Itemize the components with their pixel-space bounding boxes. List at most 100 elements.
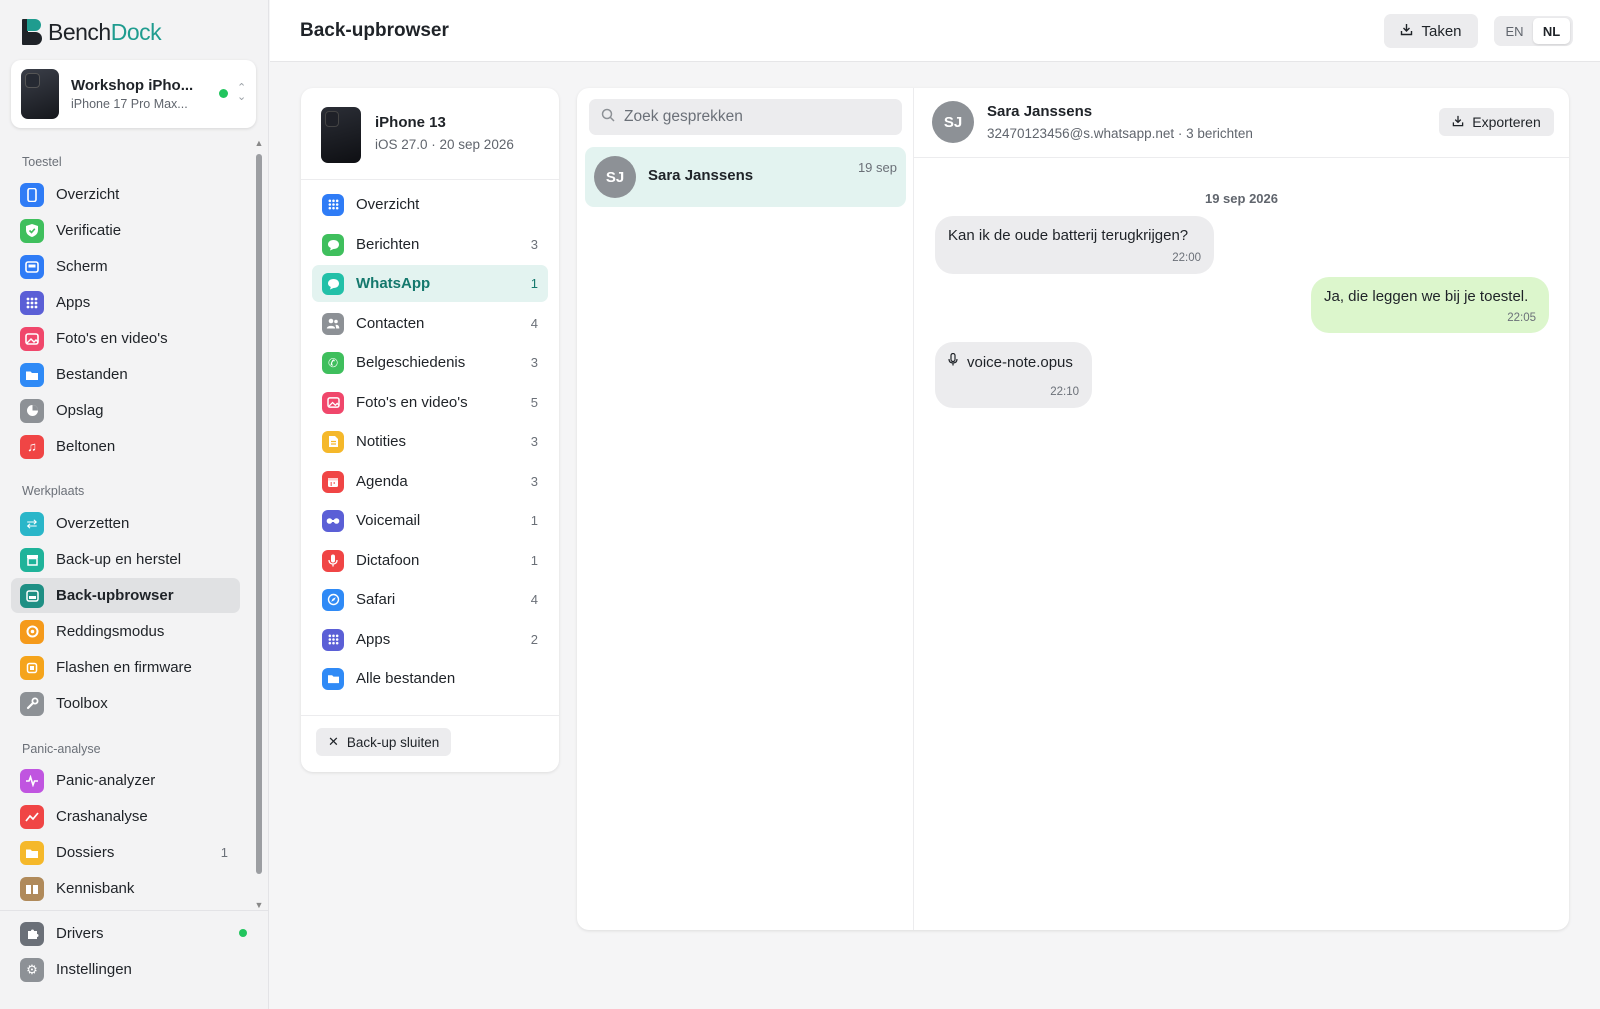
transfer-icon: ⇄ — [20, 511, 44, 536]
backup-category-apps[interactable]: Apps 2 — [312, 621, 548, 658]
category-count: 4 — [530, 592, 538, 607]
sidebar-item-back-upbrowser[interactable]: Back-upbrowser — [11, 578, 240, 613]
tasks-button[interactable]: Taken — [1384, 14, 1478, 48]
chip-icon — [20, 655, 44, 680]
sidebar-item-label: Toolbox — [56, 695, 108, 712]
conversation-item[interactable]: SJ Sara Janssens 19 sep — [585, 147, 906, 207]
chat-header: SJ Sara Janssens 32470123456@s.whatsapp.… — [914, 88, 1569, 158]
sidebar-item-toolbox[interactable]: Toolbox — [11, 686, 240, 721]
message-icon — [322, 233, 344, 256]
device-name: Workshop iPho... — [71, 77, 194, 94]
lang-en-option[interactable]: EN — [1496, 18, 1533, 44]
message-text: Ja, die leggen we bij je toestel. — [1324, 288, 1529, 305]
sidebar-item-crashanalyse[interactable]: Crashanalyse — [11, 799, 240, 834]
section-title-panic-analyse: Panic-analyse — [22, 742, 101, 756]
sidebar-item-overzicht[interactable]: Overzicht — [11, 177, 240, 212]
sidebar-item-instellingen[interactable]: ⚙ Instellingen — [11, 952, 240, 987]
sidebar-item-verificatie[interactable]: Verificatie — [11, 213, 240, 248]
category-count: 1 — [530, 553, 538, 568]
backup-header: iPhone 13 iOS 27.0 · 20 sep 2026 — [301, 88, 559, 180]
sidebar-item-label: Scherm — [56, 258, 108, 275]
backup-category-contacten[interactable]: Contacten 4 — [312, 305, 548, 342]
sidebar-item-reddingsmodus[interactable]: Reddingsmodus — [11, 614, 240, 649]
sidebar-item-opslag[interactable]: Opslag — [11, 393, 240, 428]
message-time: 22:10 — [1050, 386, 1079, 398]
sidebar-item-apps[interactable]: Apps — [11, 285, 240, 320]
close-backup-button[interactable]: ✕ Back-up sluiten — [316, 728, 452, 756]
category-count: 4 — [530, 316, 538, 331]
backup-category-notities[interactable]: Notities 3 — [312, 423, 548, 460]
scrollbar-thumb[interactable] — [256, 154, 262, 874]
sidebar-item-label: Flashen en firmware — [56, 659, 192, 676]
category-label: Overzicht — [356, 196, 420, 213]
sidebar-item-flashen-en-firmware[interactable]: Flashen en firmware — [11, 650, 240, 685]
sidebar-item-dossiers[interactable]: Dossiers 1 — [11, 835, 240, 870]
drivers-status-dot — [239, 929, 247, 937]
tasks-label: Taken — [1421, 22, 1462, 40]
category-label: Agenda — [356, 473, 408, 490]
sidebar-item-label: Bestanden — [56, 366, 128, 383]
sidebar-item-panic-analyzer[interactable]: Panic-analyzer — [11, 763, 240, 798]
backup-category-belgeschiedenis[interactable]: ✆ Belgeschiedenis 3 — [312, 344, 548, 381]
export-button[interactable]: Exporteren — [1439, 108, 1554, 136]
sidebar-item-drivers[interactable]: Drivers — [11, 916, 240, 951]
sidebar-item-kennisbank[interactable]: Kennisbank — [11, 871, 240, 906]
photo-icon — [322, 391, 344, 414]
backup-category-dictafoon[interactable]: Dictafoon 1 — [312, 542, 548, 579]
category-label: WhatsApp — [356, 275, 431, 292]
backup-category-berichten[interactable]: Berichten 3 — [312, 226, 548, 263]
scroll-up-icon[interactable]: ▲ — [254, 138, 264, 148]
category-count: 3 — [530, 474, 538, 489]
scroll-down-icon[interactable]: ▼ — [254, 900, 264, 910]
message-bubble-incoming-voice[interactable]: voice-note.opus 22:10 — [935, 342, 1092, 408]
sidebar-item-label: Back-upbrowser — [56, 587, 174, 604]
gear-icon: ⚙ — [20, 957, 44, 982]
sidebar-item-label: Reddingsmodus — [56, 623, 165, 640]
backup-category-whatsapp[interactable]: WhatsApp 1 — [312, 265, 548, 302]
message-text: Kan ik de oude batterij terugkrijgen? — [948, 227, 1189, 244]
backup-category-alle-bestanden[interactable]: Alle bestanden — [312, 660, 548, 697]
chevron-up-down-icon: ⌃ ⌄ — [237, 82, 247, 103]
backup-category-voicemail[interactable]: Voicemail 1 — [312, 502, 548, 539]
grid-icon — [322, 193, 344, 216]
avatar: SJ — [932, 101, 974, 143]
sidebar-item-label: Beltonen — [56, 438, 116, 455]
lang-nl-option[interactable]: NL — [1533, 18, 1570, 44]
sidebar-item-scherm[interactable]: Scherm — [11, 249, 240, 284]
backup-category-safari[interactable]: Safari 4 — [312, 581, 548, 618]
sidebar-item-label: Back-up en herstel — [56, 551, 182, 568]
sidebar-item-bestanden[interactable]: Bestanden — [11, 357, 240, 392]
category-count: 5 — [530, 395, 538, 410]
voicemail-icon — [322, 509, 344, 532]
sidebar-item-label: Overzetten — [56, 515, 130, 532]
sidebar-item-overzetten[interactable]: ⇄ Overzetten — [11, 506, 240, 541]
sidebar: BenchDock Workshop iPho... iPhone 17 Pro… — [0, 0, 269, 1009]
brand-logo-icon — [22, 19, 42, 45]
category-label: Safari — [356, 591, 396, 608]
sidebar-nav: Toestel Overzicht Verificatie Scherm App… — [0, 148, 269, 910]
sidebar-item-beltonen[interactable]: ♫ Beltonen — [11, 429, 240, 464]
export-label: Exporteren — [1472, 114, 1541, 130]
chat-panel: SJ Sara Janssens 19 sep SJ Sara Janssens… — [577, 88, 1569, 930]
search-input[interactable] — [624, 108, 884, 126]
sidebar-scrollbar[interactable]: ▲ ▼ — [254, 138, 264, 910]
conversation-list: SJ Sara Janssens 19 sep — [577, 88, 914, 930]
message-bubble-incoming: Kan ik de oude batterij terugkrijgen? 22… — [935, 216, 1214, 274]
backup-category-overzicht[interactable]: Overzicht — [312, 186, 548, 223]
category-label: Dictafoon — [356, 552, 420, 569]
date-separator: 19 sep 2026 — [1204, 191, 1278, 206]
puzzle-icon — [20, 921, 44, 946]
message-time: 22:05 — [1507, 312, 1536, 324]
search-field[interactable] — [589, 99, 902, 135]
backup-category-fotos-en-videos[interactable]: Foto's en video's 5 — [312, 384, 548, 421]
device-selector[interactable]: Workshop iPho... iPhone 17 Pro Max... ⌃ ⌄ — [11, 60, 256, 128]
sidebar-item-back-up-en-herstel[interactable]: Back-up en herstel — [11, 542, 240, 577]
language-switch: EN NL — [1494, 16, 1573, 46]
sidebar-item-fotos-en-videos[interactable]: Foto's en video's — [11, 321, 240, 356]
section-title-toestel: Toestel — [22, 155, 62, 169]
backup-category-agenda[interactable]: Agenda 3 — [312, 463, 548, 500]
backup-footer: ✕ Back-up sluiten — [301, 715, 559, 772]
conversation-name: Sara Janssens — [648, 167, 754, 184]
category-label: Voicemail — [356, 512, 421, 529]
category-label: Berichten — [356, 236, 420, 253]
